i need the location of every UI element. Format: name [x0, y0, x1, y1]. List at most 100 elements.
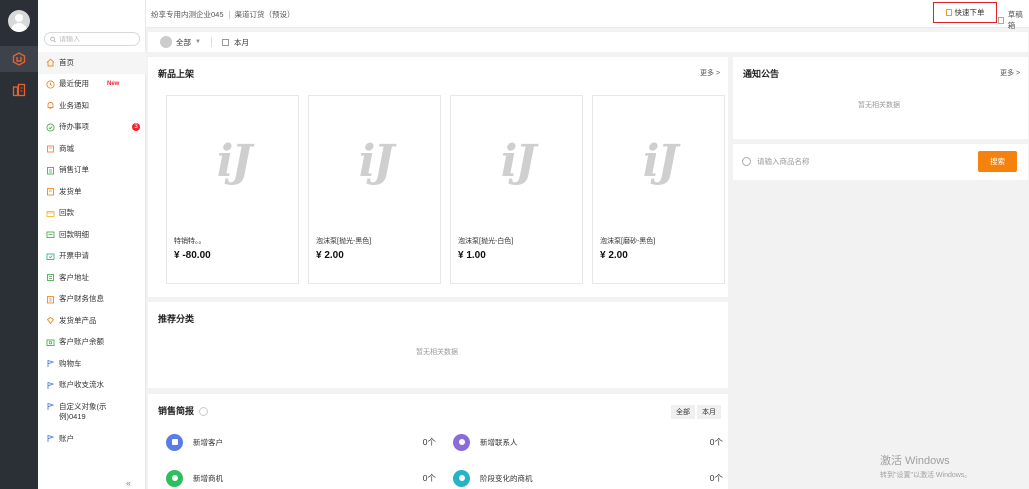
- sidebar-item-recent[interactable]: 最近使用 New: [38, 74, 146, 96]
- stat-new-customers[interactable]: 新增客户 0个: [166, 432, 436, 452]
- product-card[interactable]: iJ 泡沫泵[抛光-白色] ¥ 1.00: [450, 95, 583, 284]
- sidebar-item-home[interactable]: 首页: [38, 52, 146, 74]
- breadcrumb: 纷享专用内测企业045 渠道订货（预设）: [151, 9, 295, 20]
- flag-icon: [46, 359, 55, 368]
- recommend-title: 推荐分类: [158, 314, 195, 324]
- product-placeholder-logo: iJ: [358, 136, 395, 187]
- crm-app-icon[interactable]: [0, 46, 38, 72]
- collapse-sidebar-button[interactable]: «: [126, 478, 131, 488]
- finance-icon: [46, 295, 55, 304]
- product-name: 泡沫泵[抛光-黑色]: [316, 238, 372, 245]
- search-button[interactable]: 搜索: [978, 151, 1017, 172]
- sidebar-item-account-flow[interactable]: 账户收支流水: [38, 375, 146, 397]
- check-circle-icon: [46, 123, 55, 132]
- new-badge: New: [107, 81, 120, 88]
- sidebar-item-shop[interactable]: 商城: [38, 138, 146, 160]
- home-icon: [46, 58, 55, 67]
- sidebar-item-payment-detail[interactable]: 回款明细: [38, 224, 146, 246]
- info-icon[interactable]: [199, 407, 209, 417]
- sidebar-item-cart[interactable]: 购物车: [38, 353, 146, 375]
- product-card[interactable]: iJ 特销特。。 ¥ -80.00: [166, 95, 299, 284]
- flag-icon: [46, 434, 55, 443]
- clock-icon: [46, 80, 55, 89]
- draft-box-button[interactable]: 草稿箱: [998, 9, 1029, 31]
- windows-activation-watermark: 激活 Windows 转到"设置"以激活 Windows。: [880, 455, 972, 479]
- sidebar-item-invoice[interactable]: 开票申请: [38, 246, 146, 268]
- avatar[interactable]: [8, 10, 30, 32]
- search-icon: [742, 157, 751, 166]
- flag-icon: [46, 402, 55, 411]
- calendar-icon: [221, 38, 229, 46]
- new-products-more-link[interactable]: 更多 >: [700, 68, 720, 78]
- quick-order-button[interactable]: 快速下单: [933, 2, 997, 23]
- sidebar: 首页 最近使用 New 业务通知 待办事项 3 商城 销售订单 发货单: [38, 0, 146, 489]
- invoice-icon: [46, 252, 55, 261]
- sales-brief-title: 销售简报: [158, 404, 209, 417]
- report-app-icon[interactable]: [0, 77, 38, 103]
- sidebar-item-address[interactable]: 客户地址: [38, 267, 146, 289]
- company-name[interactable]: 纷享专用内测企业045: [151, 9, 224, 20]
- sales-period-switch: 全部 本月: [669, 405, 721, 419]
- sidebar-item-account[interactable]: 账户: [38, 428, 146, 450]
- sidebar-item-finance[interactable]: 客户财务信息: [38, 289, 146, 311]
- filter-bar: 全部 ▼ 本月: [148, 32, 1028, 52]
- payment-detail-icon: [46, 230, 55, 239]
- stat-stage-changed-opportunities[interactable]: 阶段变化的商机 0个: [453, 468, 723, 488]
- sidebar-item-notifications[interactable]: 业务通知: [38, 95, 146, 117]
- period-filter[interactable]: 本月: [221, 37, 249, 48]
- delivery-icon: [46, 187, 55, 196]
- opportunity-icon: [166, 469, 183, 487]
- sidebar-item-delivery[interactable]: 发货单: [38, 181, 146, 203]
- product-price: ¥ 2.00: [316, 250, 344, 261]
- sidebar-item-todo[interactable]: 待办事项 3: [38, 117, 146, 139]
- stage-change-icon: [453, 469, 470, 487]
- stat-new-opportunities[interactable]: 新增商机 0个: [166, 468, 436, 488]
- product-card[interactable]: iJ 泡沫泵[抛光-黑色] ¥ 2.00: [308, 95, 441, 284]
- product-name: 泡沫泵[抛光-白色]: [458, 238, 514, 245]
- new-products-title: 新品上架: [158, 69, 195, 79]
- order-icon: [46, 166, 55, 175]
- recommend-empty-text: 暂无相关数据: [416, 349, 458, 356]
- product-search-panel: 搜索: [733, 144, 1028, 180]
- sidebar-menu: 首页 最近使用 New 业务通知 待办事项 3 商城 销售订单 发货单 回款 回…: [38, 52, 146, 450]
- product-price: ¥ -80.00: [174, 250, 211, 261]
- notice-title: 通知公告: [743, 69, 780, 79]
- notice-more-link[interactable]: 更多 >: [1000, 68, 1020, 78]
- product-icon: [46, 316, 55, 325]
- sidebar-search-input[interactable]: [59, 35, 139, 43]
- sidebar-item-sales-order[interactable]: 销售订单: [38, 160, 146, 182]
- user-avatar-icon: [160, 36, 172, 48]
- product-search-input[interactable]: [757, 154, 957, 169]
- product-name: 泡沫泵[磨砂-黑色]: [600, 238, 656, 245]
- product-price: ¥ 2.00: [600, 250, 628, 261]
- search-icon: [50, 36, 56, 42]
- app-rail: [0, 0, 38, 489]
- contact-icon: [453, 433, 470, 451]
- segment-month[interactable]: 本月: [697, 405, 721, 419]
- user-filter[interactable]: 全部 ▼: [160, 36, 201, 48]
- notice-empty-text: 暂无相关数据: [858, 102, 900, 109]
- sidebar-item-payment[interactable]: 回款: [38, 203, 146, 225]
- draft-icon: [998, 16, 1004, 24]
- top-bar: 纷享专用内测企业045 渠道订货（预设） 快速下单 草稿箱: [146, 0, 1029, 31]
- product-placeholder-logo: iJ: [216, 136, 253, 187]
- scope-name[interactable]: 渠道订货（预设）: [235, 9, 295, 20]
- sales-brief-panel: 销售简报 全部 本月 新增客户 0个 新增联系人 0个 新增商机 0个 阶段变化…: [148, 394, 728, 489]
- stat-new-contacts[interactable]: 新增联系人 0个: [453, 432, 723, 452]
- address-icon: [46, 273, 55, 282]
- product-price: ¥ 1.00: [458, 250, 486, 261]
- shop-icon: [46, 144, 55, 153]
- todo-count-badge: 3: [132, 122, 140, 131]
- product-card[interactable]: iJ 泡沫泵[磨砂-黑色] ¥ 2.00: [592, 95, 725, 284]
- product-placeholder-logo: iJ: [642, 136, 679, 187]
- sidebar-item-delivery-product[interactable]: 发货单产品: [38, 310, 146, 332]
- segment-all[interactable]: 全部: [671, 405, 695, 419]
- payment-icon: [46, 209, 55, 218]
- sidebar-item-balance[interactable]: 客户账户余额: [38, 332, 146, 354]
- sidebar-search[interactable]: [44, 32, 140, 46]
- bell-icon: [46, 101, 55, 110]
- chevron-down-icon: ▼: [195, 39, 201, 45]
- sidebar-item-custom-object[interactable]: 自定义对象(示例)0419: [38, 396, 146, 428]
- customer-icon: [166, 433, 183, 451]
- document-icon: [945, 9, 952, 16]
